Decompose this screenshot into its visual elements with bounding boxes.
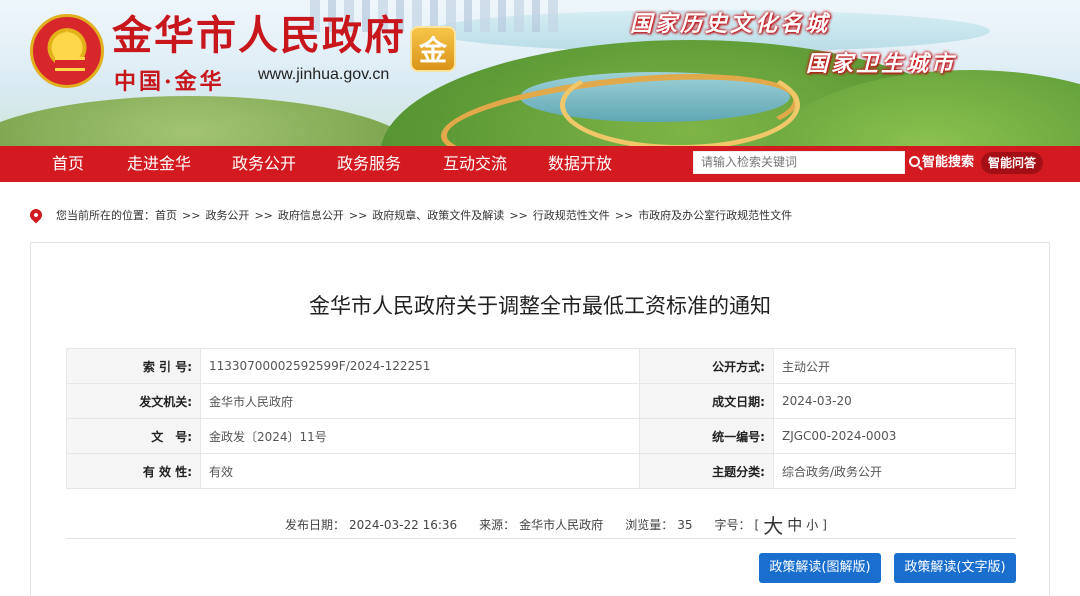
breadcrumb-link-open-gov[interactable]: 政务公开 [205, 207, 249, 223]
meta-row: 文 号: 金政发〔2024〕11号 统一编号: ZJGC00-2024-0003 [66, 418, 1017, 454]
meta-key: 统一编号: [638, 418, 774, 454]
font-size-medium[interactable]: 中 [787, 514, 802, 535]
breadcrumb-prefix: 您当前所在的位置： [56, 209, 155, 222]
article-title: 金华市人民政府关于调整全市最低工资标准的通知 [309, 294, 771, 318]
font-size-bracket-open: [ [754, 517, 760, 532]
breadcrumb-link-regulations[interactable]: 政府规章、政策文件及解读 [372, 207, 504, 223]
meta-row: 发文机关: 金华市人民政府 成文日期: 2024-03-20 [66, 383, 1017, 419]
font-size-bracket-close: ] [822, 517, 827, 532]
publish-info: 发布日期： 2024-03-22 16:36 来源： 金华市人民政府 浏览量： … [285, 510, 831, 539]
meta-row: 有 效 性: 有效 主题分类: 综合政务/政务公开 [66, 453, 1017, 489]
national-emblem-icon[interactable]: ★ [30, 14, 104, 88]
slogan-history-city: 国家历史文化名城 [630, 11, 831, 37]
jin-badge-icon: 金 [410, 26, 456, 72]
publish-date-label: 发布日期： [285, 518, 346, 532]
meta-key: 成文日期: [638, 383, 774, 419]
site-title[interactable]: 金华市人民政府 [112, 12, 406, 60]
policy-text-interpretation-button[interactable]: 政策解读(文字版) [894, 553, 1016, 583]
nav-item-open-data[interactable]: 数据开放 [548, 146, 612, 182]
breadcrumb-separator: >> [509, 208, 528, 222]
meta-key: 公开方式: [638, 348, 774, 384]
meta-value: 金政发〔2024〕11号 [200, 418, 640, 454]
site-subtitle: 中国·金华 [114, 69, 225, 95]
source-label: 来源： [479, 518, 516, 532]
smart-search-button[interactable]: 智能搜索 [909, 151, 974, 174]
main-nav: 首页 走进金华 政务公开 政务服务 互动交流 数据开放 请输入检索关键词 智能搜… [0, 146, 1080, 182]
font-size-label: 字号： [714, 518, 751, 532]
nav-item-home[interactable]: 首页 [52, 146, 84, 182]
font-size-small[interactable]: 小 [806, 516, 818, 533]
meta-key: 有 效 性: [66, 453, 201, 489]
smart-qa-button[interactable]: 智能问答 [981, 152, 1043, 174]
banner-hill [0, 96, 420, 146]
breadcrumb-link-city-docs[interactable]: 市政府及办公室行政规范性文件 [638, 207, 792, 223]
breadcrumb-link-gov-info[interactable]: 政府信息公开 [278, 207, 344, 223]
meta-value: 2024-03-20 [772, 383, 1017, 419]
meta-row: 索 引 号: 11330700002592599F/2024-122251 公开… [66, 348, 1017, 384]
breadcrumb-separator: >> [182, 208, 201, 222]
meta-key: 索 引 号: [66, 348, 201, 384]
source-value: 金华市人民政府 [519, 518, 604, 532]
breadcrumb: 您当前所在的位置： 首页 >> 政务公开 >> 政府信息公开 >> 政府规章、政… [27, 206, 792, 224]
search-icon [909, 156, 920, 167]
meta-key: 发文机关: [66, 383, 201, 419]
header-banner: ★ 金华市人民政府 金 中国·金华 www.jinhua.gov.cn 国家历史… [0, 0, 1080, 146]
views-label: 浏览量： [625, 518, 674, 532]
meta-value: 有效 [200, 453, 640, 489]
breadcrumb-link-home[interactable]: 首页 [155, 207, 177, 223]
document-meta-table: 索 引 号: 11330700002592599F/2024-122251 公开… [66, 348, 1017, 489]
policy-graphic-interpretation-button[interactable]: 政策解读(图解版) [759, 553, 881, 583]
views-count: 35 [677, 517, 693, 532]
breadcrumb-link-normative-docs[interactable]: 行政规范性文件 [533, 207, 610, 223]
publish-date: 2024-03-22 16:36 [349, 517, 458, 532]
nav-item-interaction[interactable]: 互动交流 [443, 146, 507, 182]
meta-value: 金华市人民政府 [200, 383, 640, 419]
meta-key: 文 号: [66, 418, 201, 454]
site-url: www.jinhua.gov.cn [258, 66, 390, 83]
meta-value: ZJGC00-2024-0003 [772, 418, 1017, 454]
search-input[interactable]: 请输入检索关键词 [693, 151, 905, 174]
breadcrumb-separator: >> [254, 208, 273, 222]
location-pin-icon [27, 206, 45, 224]
meta-value: 主动公开 [772, 348, 1017, 384]
nav-item-open-gov[interactable]: 政务公开 [232, 146, 296, 182]
meta-value: 综合政务/政务公开 [772, 453, 1017, 489]
banner-walkway [560, 60, 800, 146]
breadcrumb-separator: >> [614, 208, 634, 222]
meta-key: 主题分类: [638, 453, 774, 489]
breadcrumb-separator: >> [348, 208, 368, 222]
nav-item-services[interactable]: 政务服务 [337, 146, 401, 182]
meta-value: 11330700002592599F/2024-122251 [200, 348, 640, 384]
nav-item-about[interactable]: 走进金华 [127, 146, 191, 182]
smart-search-label: 智能搜索 [922, 155, 975, 170]
slogan-health-city: 国家卫生城市 [806, 51, 957, 77]
divider [66, 538, 1016, 539]
font-size-large[interactable]: 大 [763, 510, 783, 539]
